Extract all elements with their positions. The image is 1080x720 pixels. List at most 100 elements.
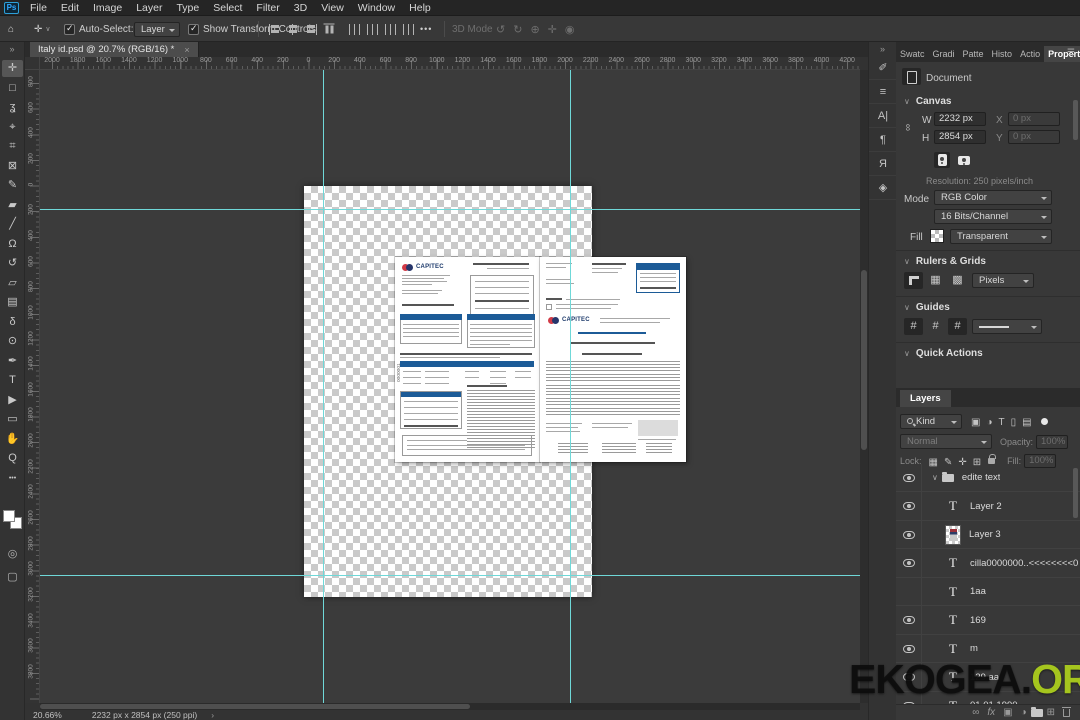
3d-pan-icon[interactable]: ⊕ bbox=[530, 23, 539, 36]
object-selection-tool[interactable]: ⌖ bbox=[2, 119, 23, 136]
toolbar-expand-icon[interactable]: » bbox=[0, 42, 24, 56]
tab-patte[interactable]: Patte bbox=[959, 46, 988, 62]
dodge-tool[interactable]: ⊙ bbox=[2, 333, 23, 350]
link-layers-icon[interactable]: ∞ bbox=[972, 707, 979, 718]
ruler-units-dropdown[interactable]: Pixels bbox=[972, 273, 1034, 288]
history-brush-tool[interactable]: ↺ bbox=[2, 255, 23, 272]
lock-guides-icon[interactable]: # bbox=[926, 318, 945, 335]
3d-orbit-icon[interactable]: ↺ bbox=[496, 23, 505, 36]
paragraph-panel-icon[interactable]: ¶ bbox=[869, 128, 897, 152]
tab-actio[interactable]: Actio bbox=[1016, 46, 1044, 62]
menu-layer[interactable]: Layer bbox=[129, 0, 169, 16]
distribute-vertical-top-icon[interactable] bbox=[349, 23, 361, 35]
align-left-icon[interactable] bbox=[269, 23, 281, 35]
visibility-toggle[interactable] bbox=[896, 606, 922, 634]
panel-menu-icon[interactable]: ☰ bbox=[1067, 47, 1076, 58]
layer-row[interactable]: ∨ edite text bbox=[896, 464, 1080, 492]
color-mode-dropdown[interactable]: RGB Color bbox=[934, 190, 1052, 205]
screen-mode-button[interactable]: ▢ bbox=[2, 570, 23, 583]
document-properties-icon[interactable] bbox=[902, 68, 921, 85]
align-center-horizontal-icon[interactable] bbox=[287, 23, 299, 35]
move-tool[interactable]: ✛ bbox=[2, 60, 23, 77]
fill-swatch[interactable] bbox=[930, 229, 944, 243]
visibility-toggle[interactable] bbox=[896, 520, 922, 549]
edit-guides-icon[interactable]: # bbox=[948, 318, 967, 335]
gradient-tool[interactable]: ▤ bbox=[2, 294, 23, 311]
tab-gradi[interactable]: Gradi bbox=[929, 46, 959, 62]
rectangle-tool[interactable]: ▭ bbox=[2, 411, 23, 428]
menu-image[interactable]: Image bbox=[86, 0, 129, 16]
menu-filter[interactable]: Filter bbox=[249, 0, 286, 16]
auto-select-checkbox[interactable]: Auto-Select: bbox=[64, 16, 133, 42]
add-layer-mask-icon[interactable]: ▣ bbox=[1003, 707, 1012, 718]
checkbox-icon[interactable] bbox=[188, 23, 199, 35]
crop-tool[interactable]: ⌗ bbox=[2, 138, 23, 155]
menu-window[interactable]: Window bbox=[351, 0, 402, 16]
tab-swatc[interactable]: Swatc bbox=[896, 46, 929, 62]
status-menu-arrow-icon[interactable]: › bbox=[211, 710, 214, 720]
3d-dolly-icon[interactable]: ◉ bbox=[565, 23, 575, 36]
menu-edit[interactable]: Edit bbox=[54, 0, 86, 16]
layer-row[interactable]: T 1aa bbox=[896, 577, 1080, 606]
path-selection-tool[interactable]: ▶ bbox=[2, 392, 23, 409]
width-input[interactable]: 2232 px bbox=[934, 112, 986, 126]
quick-mask-button[interactable]: ◎ bbox=[2, 547, 23, 560]
visibility-toggle[interactable] bbox=[896, 464, 922, 492]
filter-toggle-icon[interactable] bbox=[1040, 417, 1048, 425]
zoom-tool[interactable]: Q bbox=[2, 450, 23, 467]
toggle-guides-icon[interactable]: # bbox=[904, 318, 923, 335]
quick-actions-section-header[interactable]: Quick Actions bbox=[904, 348, 983, 359]
layer-filter-dropdown[interactable]: Kind bbox=[900, 413, 962, 429]
move-tool-preset-icon[interactable]: ✛ ∨ bbox=[34, 16, 51, 42]
visibility-toggle[interactable] bbox=[896, 577, 922, 606]
vertical-scrollbar[interactable] bbox=[860, 70, 868, 703]
orientation-landscape-button[interactable] bbox=[956, 152, 972, 168]
layer-row[interactable]: Layer 3 bbox=[896, 520, 1080, 549]
link-dimensions-icon[interactable]: ∞ bbox=[902, 124, 913, 131]
visibility-toggle[interactable] bbox=[896, 549, 922, 577]
visibility-toggle[interactable] bbox=[896, 492, 922, 520]
auto-select-target-dropdown[interactable]: Layer bbox=[134, 21, 180, 37]
align-top-icon[interactable] bbox=[324, 23, 335, 35]
layers-scrollbar-thumb[interactable] bbox=[1073, 468, 1078, 518]
properties-scrollbar-thumb[interactable] bbox=[1073, 100, 1078, 140]
3d-slide-icon[interactable]: ✛ bbox=[548, 23, 557, 36]
horizontal-scrollbar[interactable] bbox=[40, 703, 860, 710]
guide-style-dropdown[interactable] bbox=[972, 319, 1042, 334]
menu-3d[interactable]: 3D bbox=[287, 0, 314, 16]
new-layer-icon[interactable]: ⊞ bbox=[1047, 707, 1055, 718]
toggle-pixel-grid-icon[interactable]: ▩ bbox=[948, 272, 967, 289]
delete-layer-icon[interactable] bbox=[1062, 706, 1071, 717]
height-input[interactable]: 2854 px bbox=[934, 130, 986, 144]
align-right-icon[interactable] bbox=[305, 24, 317, 35]
close-tab-icon[interactable]: × bbox=[184, 45, 189, 55]
group-caret-icon[interactable]: ∨ bbox=[932, 473, 938, 482]
fill-dropdown[interactable]: Transparent bbox=[950, 229, 1052, 244]
pen-tool[interactable]: ✒ bbox=[2, 353, 23, 370]
character-panel-icon[interactable]: A| bbox=[869, 104, 897, 128]
eyedropper-tool[interactable]: ✎ bbox=[2, 177, 23, 194]
spot-healing-brush-tool[interactable]: ▰ bbox=[2, 197, 23, 214]
canvas-section-header[interactable]: Canvas bbox=[904, 96, 952, 107]
brush-settings-panel-icon[interactable]: ✐ bbox=[869, 56, 897, 80]
menu-help[interactable]: Help bbox=[402, 0, 438, 16]
distribute-vertical-bottom-icon[interactable] bbox=[385, 23, 397, 35]
more-align-options-icon[interactable]: ••• bbox=[420, 16, 432, 42]
menu-file[interactable]: File bbox=[23, 0, 54, 16]
lasso-tool[interactable]: ʓ bbox=[2, 99, 23, 116]
layer-thumbnail[interactable] bbox=[945, 524, 961, 545]
y-input[interactable]: 0 px bbox=[1008, 130, 1060, 144]
foreground-color-swatch[interactable] bbox=[3, 510, 15, 522]
glyphs-panel-icon[interactable]: Я bbox=[869, 152, 897, 176]
distribute-horizontal-icon[interactable] bbox=[403, 23, 415, 35]
rectangular-marquee-tool[interactable]: □ bbox=[2, 80, 23, 97]
filter-adjustment-layers-icon[interactable]: ◑ bbox=[986, 417, 992, 428]
x-input[interactable]: 0 px bbox=[1008, 112, 1060, 126]
tab-layers[interactable]: Layers bbox=[900, 390, 951, 407]
layer-row[interactable]: T 169 bbox=[896, 606, 1080, 635]
blur-tool[interactable]: δ bbox=[2, 314, 23, 331]
tab-histo[interactable]: Histo bbox=[988, 46, 1017, 62]
home-icon[interactable]: ⌂ bbox=[8, 16, 14, 42]
color-swatches[interactable] bbox=[3, 510, 23, 532]
toggle-grid-icon[interactable]: ▦ bbox=[926, 272, 945, 289]
